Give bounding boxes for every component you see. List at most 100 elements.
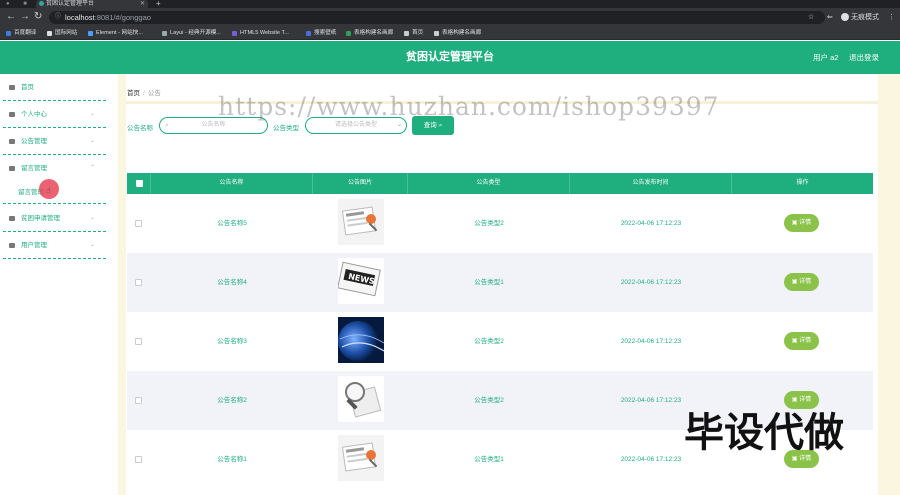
chevron-down-icon: ⌄ xyxy=(89,138,95,144)
detail-button[interactable]: ▣ 详情 xyxy=(784,214,819,232)
chevron-down-icon: ⌄ xyxy=(89,242,95,248)
type-filter-label: 公告类型 xyxy=(273,125,299,132)
table-header: 公告名称 公告图片 公告类型 公告发布时间 操作 xyxy=(127,173,873,194)
application-icon xyxy=(9,216,15,221)
cell-time: 2022-04-06 17:12:23 xyxy=(620,338,682,345)
bookmark-item[interactable]: Layui - 经典开源模... xyxy=(162,27,221,40)
bookmark-item[interactable]: Element - 网站快... xyxy=(88,27,143,40)
row-select-cell xyxy=(127,371,151,430)
search-icon: ⌕ xyxy=(438,122,443,129)
breadcrumb-home[interactable]: 首页 xyxy=(127,90,140,97)
table-row: 公告名称4 NEWS 公告类型1 2022-04-06 17:12:23 ▣ 详… xyxy=(127,253,873,312)
current-user: 用户 a2 xyxy=(813,53,839,62)
watermark-url: https://www.huzhan.com/ishop39397 xyxy=(218,92,720,121)
bookmark-item[interactable]: 百度翻译 xyxy=(6,27,36,40)
sidebar-item-personal[interactable]: 个人中心 ⌄ xyxy=(0,101,106,128)
cell-name: 公告名称3 xyxy=(217,338,247,345)
forward-icon[interactable]: → xyxy=(20,11,30,23)
sidebar-item-home[interactable]: 首页 xyxy=(0,74,106,101)
cell-name: 公告名称2 xyxy=(217,397,247,404)
breadcrumb-current: 公告 xyxy=(147,90,161,97)
page-title: 贫困认定管理平台 xyxy=(406,51,494,63)
column-header-image[interactable]: 公告图片 xyxy=(313,173,408,194)
announcement-image xyxy=(338,376,384,422)
sidebar-item-users[interactable]: 用户管理 ⌄ xyxy=(0,232,106,259)
chevron-down-icon: ⌄ xyxy=(89,215,95,221)
chevron-down-icon: ⌄ xyxy=(89,111,95,117)
table-row: 公告名称3 公告类型2 2022-04-06 17:12:23 ▣ 详情 xyxy=(127,312,873,371)
address-bar: ← → ↻ ⓘ localhost:8081/#/gonggao ☆ ⇐ 无痕模… xyxy=(0,8,900,27)
home-icon xyxy=(9,85,15,90)
sidebar-item-poverty-applications[interactable]: 贫困申请管理 ⌄ xyxy=(0,205,106,232)
breadcrumb: 首页 / 公告 xyxy=(127,90,161,97)
detail-button[interactable]: ▣ 详情 xyxy=(784,332,819,350)
row-checkbox[interactable] xyxy=(135,220,142,227)
column-header-actions: 操作 xyxy=(796,180,809,186)
url-host: localhost xyxy=(65,13,95,22)
profile-avatar-icon xyxy=(841,13,849,22)
row-select-cell xyxy=(127,194,151,253)
logout-link[interactable]: 退出登录 xyxy=(849,41,879,74)
app-header: 贫困认定管理平台 用户 a2 退出登录 xyxy=(0,41,900,74)
cursor-icon: ☝ xyxy=(46,186,51,195)
bookmarks-bar: 百度翻译 国际网站 Element - 网站快... Layui - 经典开源模… xyxy=(0,27,900,40)
column-header-type[interactable]: 公告类型 xyxy=(408,173,570,194)
new-tab-icon[interactable]: + xyxy=(156,0,161,8)
cell-type: 公告类型2 xyxy=(474,338,504,345)
column-header-name[interactable]: 公告名称 xyxy=(151,173,313,194)
select-all-checkbox[interactable] xyxy=(136,180,143,187)
user-icon xyxy=(9,112,15,117)
message-icon xyxy=(9,166,15,171)
bookmark-item[interactable]: 搜索壁纸 xyxy=(306,27,336,40)
content-gutter-right xyxy=(878,74,900,495)
window-controls[interactable]: ● ■ xyxy=(6,1,33,7)
cell-time: 2022-04-06 17:12:23 xyxy=(620,279,682,286)
table-row: 公告名称5 公告类型2 2022-04-06 17:12:23 ▣ 详情 xyxy=(127,194,873,253)
back-icon[interactable]: ← xyxy=(6,11,16,23)
reload-icon[interactable]: ↻ xyxy=(34,11,42,23)
detail-button[interactable]: ▣ 详情 xyxy=(784,273,819,291)
bookmark-item[interactable]: HTML5 Website T... xyxy=(232,27,289,40)
sidebar-item-announcements[interactable]: 公告管理 ⌄ xyxy=(0,128,106,155)
content-gutter xyxy=(118,74,126,495)
row-checkbox[interactable] xyxy=(135,456,142,463)
row-select-cell xyxy=(127,430,151,489)
cell-time: 2022-04-06 17:12:23 xyxy=(620,220,682,227)
browser-tab[interactable]: 贫困认定管理平台 ✕ xyxy=(36,0,148,8)
sidebar-item-messages[interactable]: 留言管理 ⌃ xyxy=(0,155,106,182)
menu-icon[interactable]: ⋮ xyxy=(888,11,895,24)
bookmark-item[interactable]: 国际网站 xyxy=(47,27,77,40)
cell-type: 公告类型1 xyxy=(474,279,504,286)
announcement-image xyxy=(338,199,384,245)
url-path: :8081/#/gonggao xyxy=(94,13,151,22)
cell-type: 公告类型1 xyxy=(474,456,504,463)
bookmark-item[interactable]: 表格构建名画廊 xyxy=(346,27,393,40)
announcement-image xyxy=(338,435,384,481)
cell-name: 公告名称1 xyxy=(217,456,247,463)
watermark-corner: 毕设代做 xyxy=(684,410,844,456)
row-checkbox[interactable] xyxy=(135,279,142,286)
search-icon: ⌕ xyxy=(165,122,169,129)
announcement-image xyxy=(338,317,385,363)
cell-type: 公告类型2 xyxy=(474,220,504,227)
tab-favicon-icon xyxy=(39,1,44,6)
bookmark-item[interactable]: 首页 xyxy=(404,27,423,40)
info-icon[interactable]: ⓘ xyxy=(55,11,61,24)
extension-icon[interactable]: ⇐ xyxy=(827,11,833,24)
row-checkbox[interactable] xyxy=(135,338,142,345)
bookmark-item[interactable]: 表格构建名画廊 xyxy=(434,27,481,40)
url-field[interactable]: ⓘ localhost:8081/#/gonggao xyxy=(49,11,825,24)
browser-tab-bar: ● ■ 贫困认定管理平台 ✕ + xyxy=(0,0,900,8)
doc-icon: ▣ xyxy=(791,220,798,226)
tab-title: 贫困认定管理平台 xyxy=(46,1,95,7)
cell-type: 公告类型2 xyxy=(474,397,504,404)
row-checkbox[interactable] xyxy=(135,397,142,404)
star-icon[interactable]: ☆ xyxy=(808,11,814,24)
close-tab-icon[interactable]: ✕ xyxy=(140,0,145,8)
doc-icon: ▣ xyxy=(791,279,798,285)
column-header-time[interactable]: 公告发布时间 xyxy=(570,173,732,194)
select-all-cell xyxy=(127,173,151,194)
chevron-up-icon: ⌃ xyxy=(89,165,95,171)
profile-button[interactable]: 无痕模式 xyxy=(841,11,879,24)
row-select-cell xyxy=(127,312,151,371)
